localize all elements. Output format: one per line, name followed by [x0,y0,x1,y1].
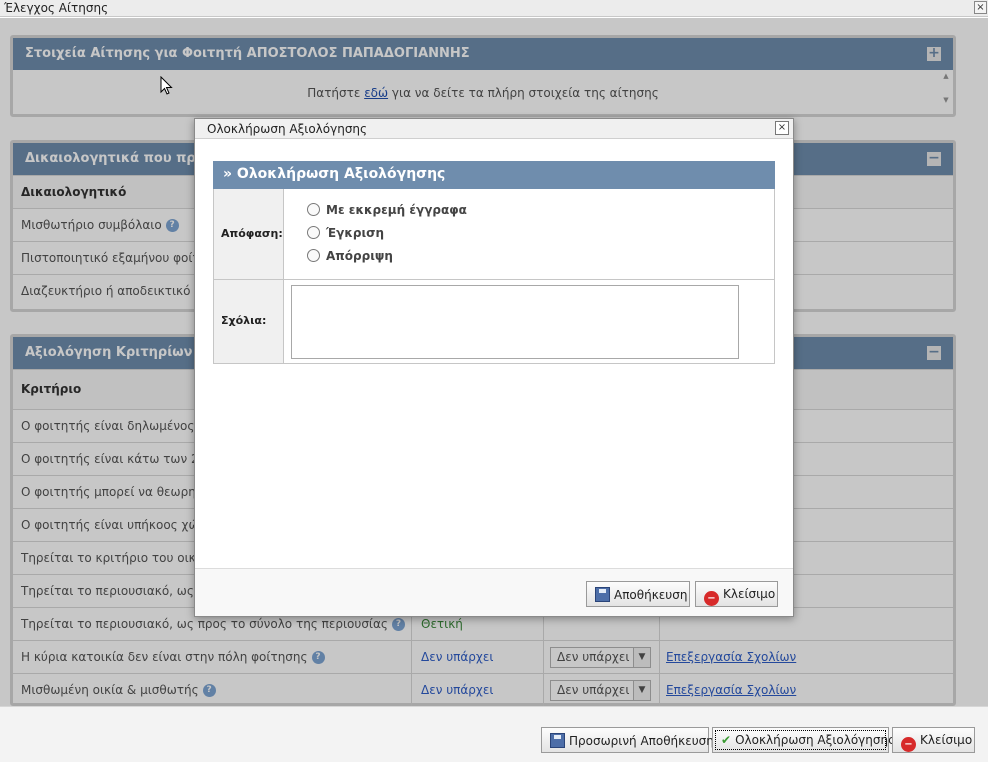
temp-save-button[interactable]: Προσωρινή Αποθήκευση [541,727,714,753]
decision-label-cell: Απόφαση: [214,189,284,279]
checkmark-icon: ✔ [721,733,732,747]
dialog-close-button[interactable]: × [775,121,789,135]
dialog-footer: Αποθήκευση − Κλείσιμο [195,568,793,616]
decision-row: Απόφαση: Με εκκρεμή έγγραφα Έγκριση Απόρ… [214,189,774,279]
radio-pending-documents[interactable]: Με εκκρεμή έγγραφα [307,203,467,217]
save-button[interactable]: Αποθήκευση [586,581,690,607]
no-entry-icon: − [901,737,916,752]
footer-bar: Προσωρινή Αποθήκευση ✔ Ολοκλήρωση Αξιολόγ… [0,706,988,762]
dialog-titlebar: Ολοκλήρωση Αξιολόγησης × [195,119,793,139]
radio-circle-icon[interactable] [307,203,320,216]
evaluation-form: Απόφαση: Με εκκρεμή έγγραφα Έγκριση Απόρ… [213,189,775,364]
dialog-cancel-button[interactable]: − Κλείσιμο [695,581,778,607]
radio-reject[interactable]: Απόρριψη [307,249,393,263]
mouse-cursor-icon [160,76,173,95]
complete-evaluation-button[interactable]: ✔ Ολοκλήρωση Αξιολόγησης [712,727,895,753]
radio-circle-icon[interactable] [307,226,320,239]
radio-circle-icon[interactable] [307,249,320,262]
floppy-disk-icon [550,733,565,748]
comments-label-cell: Σχόλια: [214,280,284,363]
floppy-disk-icon [595,587,610,602]
window-title: Έλεγχος Αίτησης [4,1,109,15]
close-button[interactable]: − Κλείσιμο [892,727,975,753]
comments-textarea[interactable] [291,285,739,359]
dialog-title: Ολοκλήρωση Αξιολόγησης [207,122,368,136]
form-section-title: » Ολοκλήρωση Αξιολόγησης [213,161,775,189]
comments-label: Σχόλια: [221,314,267,327]
window-titlebar: Έλεγχος Αίτησης × [0,0,988,17]
window-close-button[interactable]: × [974,1,987,14]
comments-row: Σχόλια: [214,279,774,363]
decision-label: Απόφαση: [221,227,283,240]
radio-approve[interactable]: Έγκριση [307,226,384,240]
complete-evaluation-dialog: Ολοκλήρωση Αξιολόγησης × » Ολοκλήρωση Αξ… [194,118,794,617]
no-entry-icon: − [704,591,719,606]
